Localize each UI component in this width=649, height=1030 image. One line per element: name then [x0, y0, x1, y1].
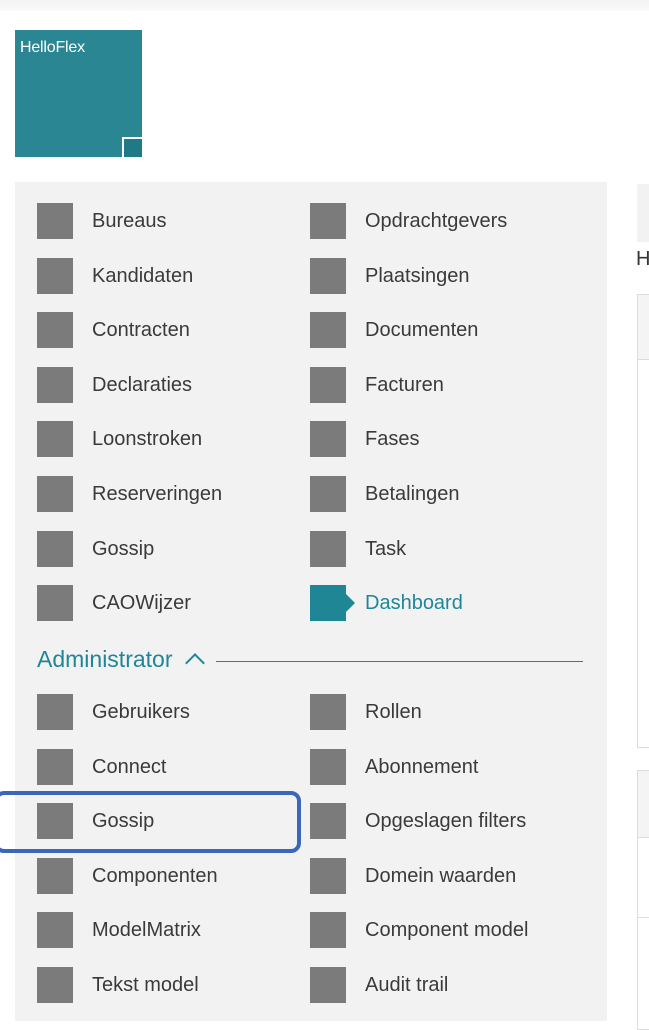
menu-item-label: Kandidaten	[92, 264, 194, 287]
abonnement-icon	[310, 749, 346, 785]
betalingen-icon	[310, 476, 346, 512]
menu-item-dashboard[interactable]: Dashboard	[310, 585, 463, 621]
content-card-header	[638, 295, 649, 360]
audit-trail-icon	[310, 967, 346, 1003]
admin-item-label: Gebruikers	[92, 700, 190, 723]
admin-item-label: Connect	[92, 755, 167, 778]
menu-item-label: Bureaus	[92, 209, 167, 232]
menu-item-label: Contracten	[92, 318, 190, 341]
logo-corner-mark	[122, 137, 142, 157]
fases-icon	[310, 421, 346, 457]
menu-item-reserveringen[interactable]: Reserveringen	[37, 476, 222, 512]
content-card	[637, 770, 649, 1030]
menu-item-label: Plaatsingen	[365, 264, 470, 287]
menu-item-caowijzer[interactable]: CAOWijzer	[37, 585, 191, 621]
rollen-icon	[310, 694, 346, 730]
content-card-header	[638, 771, 649, 838]
section-divider	[216, 660, 583, 662]
admin-item-label: Domein waarden	[365, 864, 517, 887]
menu-item-label: CAOWijzer	[92, 591, 191, 614]
connect-icon	[37, 749, 73, 785]
menu-item-label: Documenten	[365, 318, 479, 341]
admin-item-label: Abonnement	[365, 755, 479, 778]
admin-item-component-model[interactable]: Component model	[310, 912, 528, 948]
component-model-icon	[310, 912, 346, 948]
admin-item-gebruikers[interactable]: Gebruikers	[37, 694, 190, 730]
modelmatrix-icon	[37, 912, 73, 948]
menu-item-label: Task	[365, 537, 407, 560]
content-card-divider	[638, 917, 649, 918]
menu-item-plaatsingen[interactable]: Plaatsingen	[310, 258, 470, 294]
admin-item-label: ModelMatrix	[92, 918, 201, 941]
menu-item-gossip[interactable]: Gossip	[37, 531, 154, 567]
admin-item-connect[interactable]: Connect	[37, 749, 167, 785]
declaraties-icon	[37, 367, 73, 403]
admin-item-componenten[interactable]: Componenten	[37, 858, 218, 894]
top-edge	[0, 0, 649, 11]
admin-item-label: Audit trail	[365, 973, 449, 996]
menu-item-label: Loonstroken	[92, 427, 203, 450]
menu-item-contracten[interactable]: Contracten	[37, 312, 190, 348]
admin-item-audit-trail[interactable]: Audit trail	[310, 967, 448, 1003]
menu-item-declaraties[interactable]: Declaraties	[37, 367, 192, 403]
documenten-icon	[310, 312, 346, 348]
admin-item-modelmatrix[interactable]: ModelMatrix	[37, 912, 201, 948]
caowijzer-icon	[37, 585, 73, 621]
menu-item-bureaus[interactable]: Bureaus	[37, 203, 167, 239]
admin-item-label: Opgeslagen filters	[365, 809, 527, 832]
plaatsingen-icon	[310, 258, 346, 294]
reserveringen-icon	[37, 476, 73, 512]
menu-item-label: Fases	[365, 427, 420, 450]
facturen-icon	[310, 367, 346, 403]
administrator-section-header[interactable]: Administrator	[37, 644, 583, 674]
content-card	[637, 294, 649, 748]
menu-item-documenten[interactable]: Documenten	[310, 312, 478, 348]
opdrachtgevers-icon	[310, 203, 346, 239]
admin-item-opgeslagen-filters[interactable]: Opgeslagen filters	[310, 803, 526, 839]
menu-item-betalingen[interactable]: Betalingen	[310, 476, 460, 512]
menu-item-opdrachtgevers[interactable]: Opdrachtgevers	[310, 203, 507, 239]
chevron-up-icon[interactable]	[185, 653, 206, 673]
contracten-icon	[37, 312, 73, 348]
task-icon	[310, 531, 346, 567]
componenten-icon	[37, 858, 73, 894]
admin-item-label: Component model	[365, 918, 529, 941]
gossip-icon	[37, 531, 73, 567]
dashboard-icon	[310, 585, 355, 621]
admin-item-label: Rollen	[365, 700, 422, 723]
menu-item-facturen[interactable]: Facturen	[310, 367, 444, 403]
menu-item-label: Dashboard	[365, 591, 463, 614]
menu-item-fases[interactable]: Fases	[310, 421, 419, 457]
admin-item-domein-waarden[interactable]: Domein waarden	[310, 858, 516, 894]
loonstroken-icon	[37, 421, 73, 457]
menu-item-label: Declaraties	[92, 373, 193, 396]
highlight-box	[0, 791, 301, 853]
tekst-model-icon	[37, 967, 73, 1003]
menu-item-label: Betalingen	[365, 482, 460, 505]
menu-item-task[interactable]: Task	[310, 531, 406, 567]
domein-waarden-icon	[310, 858, 346, 894]
admin-item-label: Componenten	[92, 864, 218, 887]
logo-text: HelloFlex	[20, 39, 85, 56]
menu-item-loonstroken[interactable]: Loonstroken	[37, 421, 202, 457]
admin-item-abonnement[interactable]: Abonnement	[310, 749, 478, 785]
section-label: Administrator	[37, 645, 173, 672]
gebruikers-icon	[37, 694, 73, 730]
bureaus-icon	[37, 203, 73, 239]
admin-item-label: Tekst model	[92, 973, 199, 996]
content-heading: H	[636, 248, 649, 270]
menu-item-label: Reserveringen	[92, 482, 223, 505]
kandidaten-icon	[37, 258, 73, 294]
menu-item-kandidaten[interactable]: Kandidaten	[37, 258, 193, 294]
admin-item-tekst-model[interactable]: Tekst model	[37, 967, 199, 1003]
menu-item-label: Gossip	[92, 537, 155, 560]
content-toolbar	[637, 184, 649, 242]
opgeslagen-filters-icon	[310, 803, 346, 839]
admin-item-rollen[interactable]: Rollen	[310, 694, 422, 730]
menu-item-label: Facturen	[365, 373, 444, 396]
helloflex-logo[interactable]: HelloFlex	[15, 30, 142, 157]
menu-item-label: Opdrachtgevers	[365, 209, 508, 232]
